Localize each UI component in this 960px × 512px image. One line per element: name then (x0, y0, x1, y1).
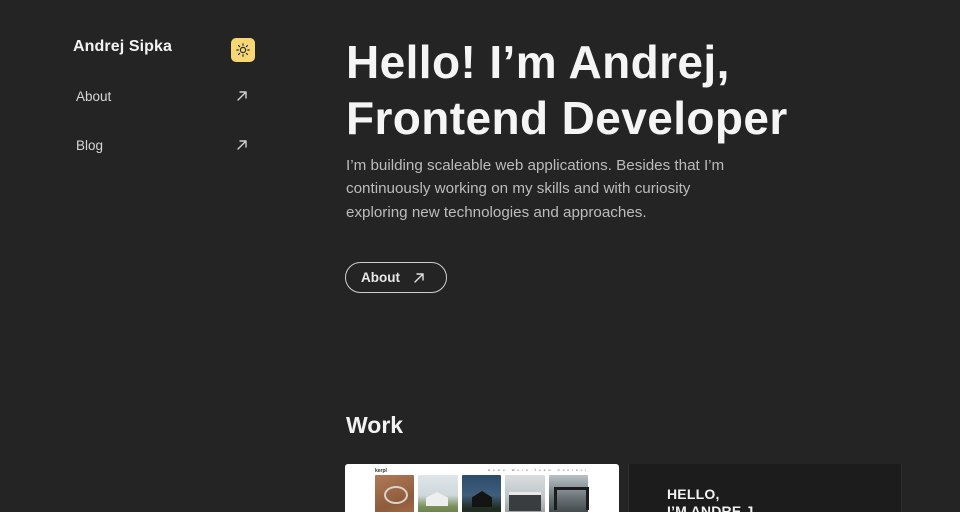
about-button[interactable]: About (345, 262, 447, 293)
hero-heading-line-1: Hello! I’m Andrej, (346, 36, 730, 88)
project-menu: Home Work Team Contact (487, 468, 589, 472)
site-title[interactable]: Andrej Sipka (73, 38, 172, 56)
theme-toggle-button[interactable] (231, 38, 255, 62)
project-thumbnail (505, 475, 545, 512)
work-project-card-1[interactable]: kerpl Home Work Team Contact (345, 464, 619, 512)
arrow-up-right-icon (414, 273, 424, 283)
nav-link-label: About (76, 88, 112, 104)
sidebar-nav: About Blog (73, 82, 253, 180)
project-logo: kerpl (375, 468, 387, 474)
project-thumbnail (418, 475, 458, 512)
project-preview-text-2: I’M ANDRE J (667, 503, 754, 512)
hero-description: I’m building scaleable web applications.… (346, 157, 725, 221)
arrow-up-right-icon (237, 140, 247, 150)
work-heading: Work (346, 412, 404, 438)
nav-link-about[interactable]: About (73, 82, 253, 110)
arrow-up-right-icon (237, 91, 247, 101)
nav-link-label: Blog (76, 137, 104, 153)
project-thumbnail (462, 475, 501, 512)
project-preview-text-1: HELLO, (667, 486, 720, 502)
project-thumbnail (549, 475, 589, 512)
sun-icon (236, 43, 250, 57)
about-button-label: About (361, 270, 400, 285)
nav-link-blog[interactable]: Blog (73, 131, 253, 159)
work-project-card-2[interactable]: HELLO, I’M ANDRE J (628, 464, 902, 512)
hero-heading: Hello! I’m Andrej, Frontend Developer (346, 34, 906, 146)
hero-heading-line-2: Frontend Developer (346, 92, 788, 144)
project-thumbnail (375, 475, 414, 512)
